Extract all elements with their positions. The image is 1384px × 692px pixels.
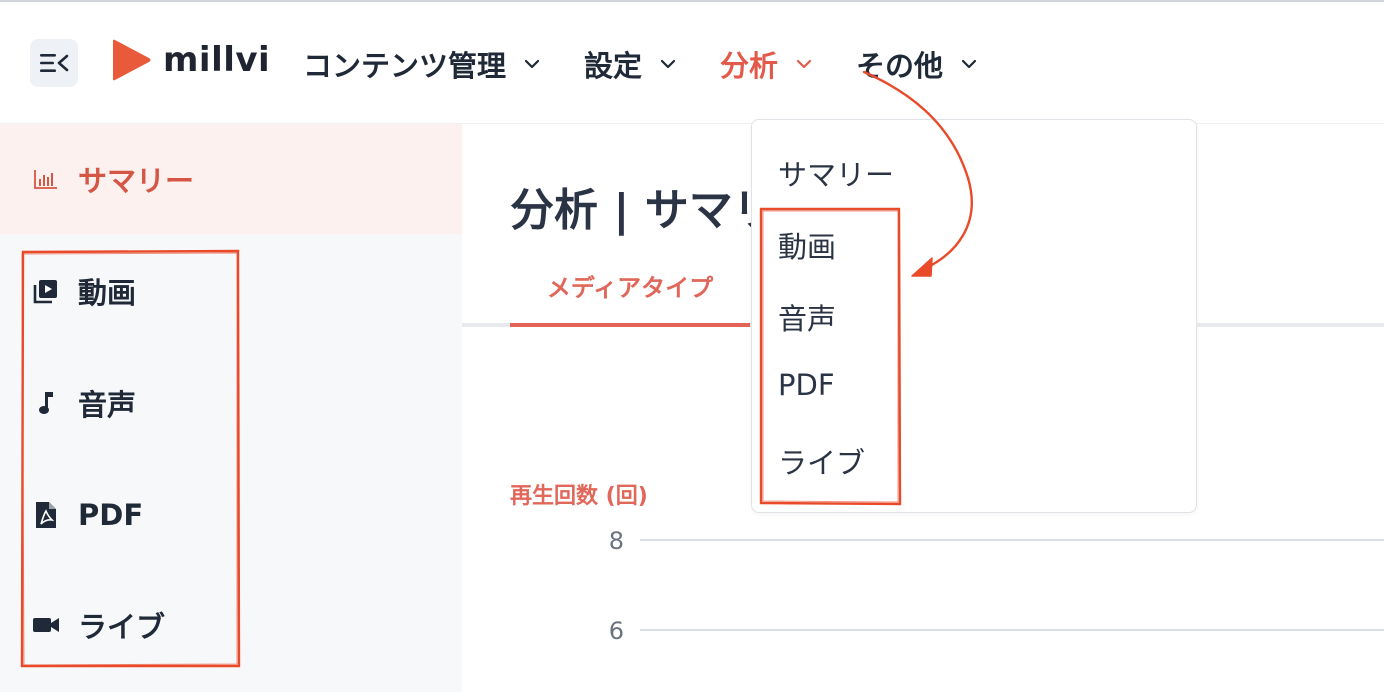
- chevron-down-icon: [961, 59, 977, 69]
- sidebar-item-audio[interactable]: 音声: [0, 348, 462, 458]
- tab-active-indicator: [510, 323, 750, 327]
- sidebar-item-label: PDF: [78, 498, 144, 532]
- playback-chart: 86: [609, 527, 1384, 645]
- sidebar-item-label: 音声: [78, 388, 137, 422]
- sidebar-item-label: 動画: [78, 276, 137, 310]
- bar-chart-icon: [32, 165, 60, 193]
- nav-item-settings[interactable]: 設定: [584, 43, 676, 85]
- main-nav: コンテンツ管理 設定 分析 その他: [303, 42, 1021, 86]
- play-logo-icon: [113, 39, 151, 81]
- nav-item-label: 設定: [584, 49, 643, 83]
- sidebar: サマリー 動画 音声 PDF ライブ: [0, 124, 462, 692]
- top-header: millvi コンテンツ管理 設定 分析 その他: [0, 0, 1384, 124]
- tab-media-type[interactable]: メディアタイプ: [510, 268, 750, 326]
- music-note-icon: [32, 389, 60, 417]
- nav-item-analytics[interactable]: 分析: [720, 43, 812, 85]
- sidebar-toggle-button[interactable]: [30, 39, 78, 87]
- dropdown-item-audio[interactable]: 音声: [778, 296, 836, 338]
- dropdown-item-pdf[interactable]: PDF: [778, 368, 835, 402]
- video-camera-icon: [32, 611, 60, 639]
- video-library-icon: [32, 277, 60, 305]
- dropdown-item-summary[interactable]: サマリー: [778, 152, 894, 194]
- nav-item-label: コンテンツ管理: [303, 49, 507, 83]
- millvi-logo[interactable]: millvi: [109, 38, 270, 82]
- nav-item-label: その他: [856, 49, 944, 83]
- nav-item-other[interactable]: その他: [856, 43, 977, 85]
- sidebar-item-video[interactable]: 動画: [0, 236, 462, 346]
- chart-y-tick-label: 6: [609, 617, 624, 645]
- nav-item-label: 分析: [720, 49, 779, 83]
- sidebar-item-live[interactable]: ライブ: [0, 570, 462, 680]
- chevron-down-icon: [524, 59, 540, 69]
- dropdown-item-live[interactable]: ライブ: [778, 440, 865, 482]
- logo-text: millvi: [163, 40, 271, 80]
- sidebar-item-summary[interactable]: サマリー: [0, 124, 462, 234]
- sidebar-item-pdf[interactable]: PDF: [0, 460, 462, 570]
- nav-item-contents[interactable]: コンテンツ管理: [303, 43, 540, 85]
- chevron-down-icon: [660, 59, 676, 69]
- dropdown-item-video[interactable]: 動画: [778, 224, 836, 266]
- chart-y-tick-label: 8: [609, 527, 624, 555]
- sidebar-item-label: サマリー: [78, 164, 195, 198]
- analytics-dropdown-menu: サマリー 動画 音声 PDF ライブ: [751, 119, 1197, 513]
- menu-collapse-icon: [40, 54, 69, 72]
- pdf-file-icon: [32, 501, 60, 529]
- chart-y-label: 再生回数 (回): [510, 484, 648, 509]
- sidebar-item-label: ライブ: [78, 610, 166, 644]
- chevron-down-icon: [796, 59, 812, 69]
